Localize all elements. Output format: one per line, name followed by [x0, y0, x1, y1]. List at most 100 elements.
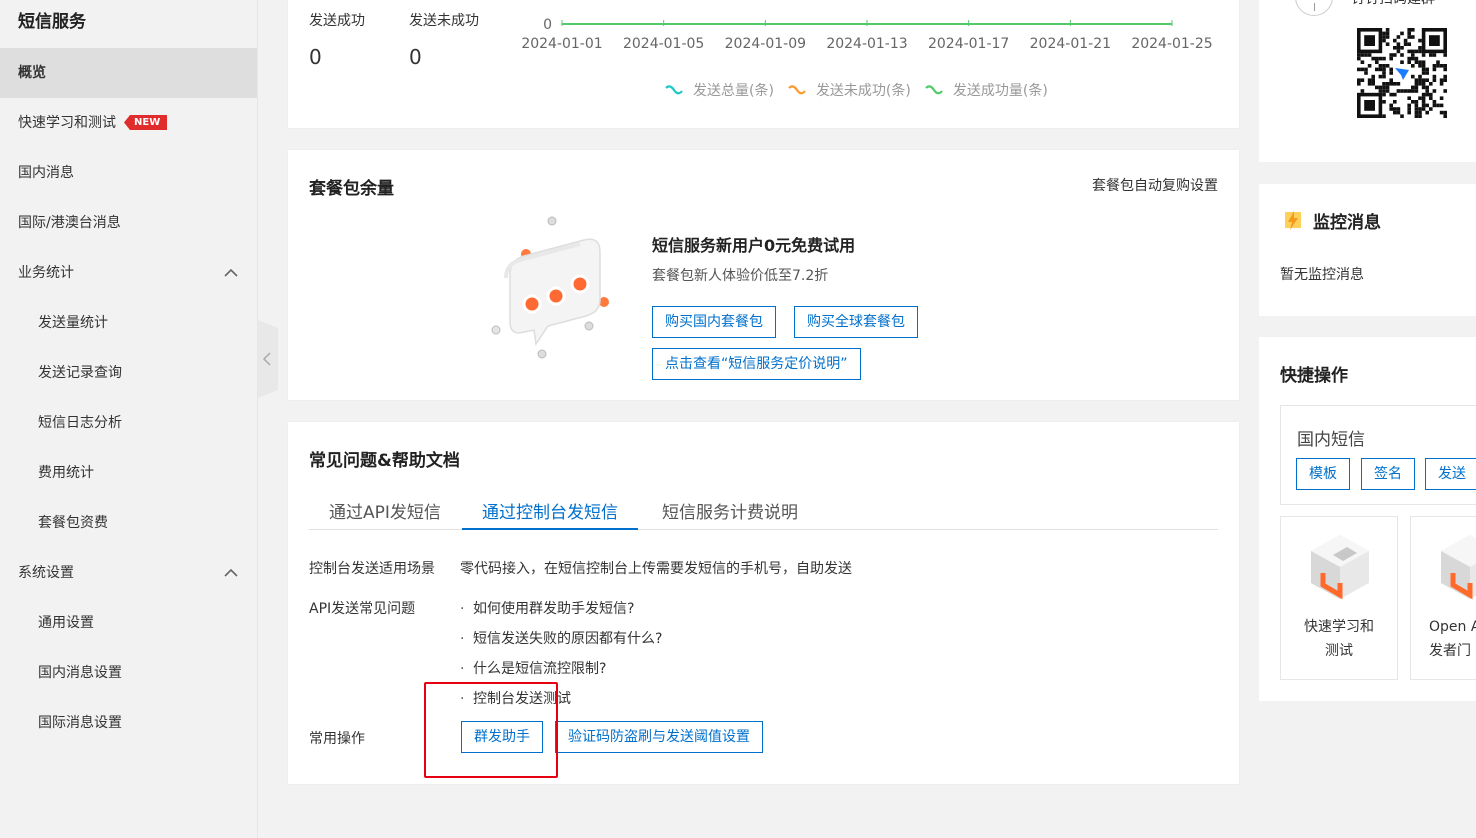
- sidebar-item-general-settings[interactable]: 通用设置: [0, 598, 257, 648]
- dingtalk-card: 钉钉扫码建群: [1259, 0, 1476, 162]
- wave-icon: [925, 85, 943, 95]
- open-api-tile[interactable]: Open A 发者门: [1410, 516, 1476, 680]
- x-tick-label: 2024-01-05: [623, 36, 704, 52]
- sidebar-item-overview[interactable]: 概览: [0, 48, 257, 98]
- legend-item[interactable]: 发送未成功(条): [788, 80, 911, 100]
- sidebar-group-business-stats[interactable]: 业务统计: [0, 248, 257, 298]
- mass-send-assistant-button[interactable]: 群发助手: [461, 721, 543, 753]
- sidebar-item-quick-learn[interactable]: 快速学习和测试 NEW: [0, 98, 257, 148]
- sidebar-item-label: 快速学习和测试: [18, 115, 116, 131]
- faq-link[interactable]: 如何使用群发助手发短信?: [460, 598, 634, 618]
- verify-code-protection-button[interactable]: 验证码防盗刷与发送阈值设置: [555, 721, 763, 753]
- sidebar-item-label: 发送记录查询: [38, 365, 122, 381]
- sidebar-collapse-toggle[interactable]: [258, 320, 278, 398]
- sidebar-item-cost-stats[interactable]: 费用统计: [0, 448, 257, 498]
- sidebar-item-label: 系统设置: [18, 565, 74, 581]
- buy-global-package-button[interactable]: 购买全球套餐包: [794, 306, 918, 338]
- tab-billing[interactable]: 短信服务计费说明: [642, 498, 818, 530]
- pricing-info-button[interactable]: 点击查看“短信服务定价说明”: [652, 348, 861, 380]
- sidebar-item-log-analysis[interactable]: 短信日志分析: [0, 398, 257, 448]
- x-tick-label: 2024-01-25: [1131, 36, 1212, 52]
- sidebar-item-label: 国内消息: [18, 165, 74, 181]
- legend-item[interactable]: 发送成功量(条): [925, 80, 1048, 100]
- sidebar-item-intl-settings[interactable]: 国际消息设置: [0, 698, 257, 748]
- sidebar-item-label: 费用统计: [38, 465, 94, 481]
- sidebar-item-label: 发送量统计: [38, 315, 108, 331]
- promo-title: 短信服务新用户0元免费试用: [652, 236, 856, 255]
- buy-domestic-package-button[interactable]: 购买国内套餐包: [652, 306, 776, 338]
- sidebar-item-send-records[interactable]: 发送记录查询: [0, 348, 257, 398]
- y-tick-label: 0: [543, 17, 552, 33]
- domestic-sms-title: 国内短信: [1297, 430, 1365, 450]
- fail-value: 0: [409, 45, 422, 69]
- promo-subtitle: 套餐包新人体验价低至7.2折: [652, 268, 829, 284]
- package-title: 套餐包余量: [309, 179, 394, 199]
- sidebar-item-label: 短信日志分析: [38, 415, 122, 431]
- wave-icon: [788, 85, 806, 95]
- faq-title: 常见问题&帮助文档: [309, 451, 460, 471]
- sidebar-item-label: 套餐包资费: [38, 515, 108, 531]
- legend-label: 发送成功量(条): [952, 83, 1048, 99]
- plus-icon[interactable]: [1295, 0, 1333, 16]
- wave-icon: [665, 85, 683, 95]
- chat-bubble-illustration: [491, 216, 609, 359]
- common-ops-label: 常用操作: [309, 731, 365, 747]
- x-tick-label: 2024-01-17: [928, 36, 1009, 52]
- quick-learn-tile[interactable]: 快速学习和 测试: [1280, 516, 1398, 680]
- faq-tabs: 通过API发短信 通过控制台发短信 短信服务计费说明: [309, 492, 1218, 530]
- fail-label: 发送未成功: [409, 13, 479, 29]
- sign-button[interactable]: 签名: [1361, 458, 1415, 490]
- package-card: 套餐包余量 套餐包自动复购设置 短信服务新用户0元免费试用 套餐包新人体验价低至…: [288, 150, 1239, 400]
- sidebar-group-system-settings[interactable]: 系统设置: [0, 548, 257, 598]
- sidebar-item-send-volume[interactable]: 发送量统计: [0, 298, 257, 348]
- chevron-up-icon: [224, 568, 238, 577]
- scene-text: 零代码接入，在短信控制台上传需要发短信的手机号，自助发送: [460, 561, 852, 577]
- tab-console[interactable]: 通过控制台发短信: [462, 498, 638, 530]
- send-stats-card: 发送成功 0 发送未成功 0 0 2024-01-01 2024-01-05 2024…: [288, 0, 1239, 128]
- monitor-card: 监控消息 暂无监控消息: [1259, 184, 1476, 316]
- faq-link[interactable]: 控制台发送测试: [460, 688, 571, 708]
- monitor-empty-text: 暂无监控消息: [1280, 267, 1364, 283]
- tab-api[interactable]: 通过API发短信: [309, 498, 461, 530]
- template-button[interactable]: 模板: [1296, 458, 1350, 490]
- sidebar-item-label: 国际消息设置: [38, 715, 122, 731]
- tile-label-line: 快速学习和: [1304, 619, 1374, 635]
- qr-code-icon: [1357, 28, 1447, 118]
- tile-label: Open A 发者门: [1411, 615, 1476, 663]
- success-value: 0: [309, 45, 322, 69]
- quick-actions-title: 快捷操作: [1280, 366, 1348, 386]
- sidebar-item-international[interactable]: 国际/港澳台消息: [0, 198, 257, 248]
- sidebar-item-domestic[interactable]: 国内消息: [0, 148, 257, 198]
- sidebar-item-label: 国际/港澳台消息: [18, 215, 121, 231]
- tile-label-line: 发者门: [1429, 643, 1471, 659]
- monitor-title: 监控消息: [1313, 213, 1381, 233]
- tile-label-line: Open A: [1429, 619, 1476, 635]
- sidebar-item-label: 国内消息设置: [38, 665, 122, 681]
- api-faq-label: API发送常见问题: [309, 601, 416, 617]
- legend-item[interactable]: 发送总量(条): [665, 80, 774, 100]
- legend-label: 发送未成功(条): [815, 83, 911, 99]
- lightning-icon: [1285, 211, 1301, 230]
- chart-legend: 发送总量(条) 发送未成功(条) 发送成功量(条): [665, 80, 1048, 100]
- faq-link[interactable]: 短信发送失败的原因都有什么?: [460, 628, 662, 648]
- x-tick-label: 2024-01-01: [521, 36, 602, 52]
- scene-label: 控制台发送适用场景: [309, 561, 435, 577]
- sidebar-item-package-fees[interactable]: 套餐包资费: [0, 498, 257, 548]
- sidebar-item-label: 业务统计: [18, 265, 74, 281]
- sidebar-title: 短信服务: [18, 12, 86, 32]
- dingtalk-text: 钉钉扫码建群: [1351, 0, 1435, 8]
- sidebar-item-label: 通用设置: [38, 615, 94, 631]
- tile-label: 快速学习和 测试: [1281, 615, 1397, 663]
- send-button[interactable]: 发送: [1425, 458, 1476, 490]
- tile-label-line: 测试: [1325, 643, 1353, 659]
- faq-link[interactable]: 什么是短信流控限制?: [460, 658, 606, 678]
- sidebar-item-domestic-settings[interactable]: 国内消息设置: [0, 648, 257, 698]
- quick-actions-card: 快捷操作 国内短信 模板 签名 发送 快速学习和测试 Open A 发者门: [1259, 337, 1476, 701]
- faq-card: 常见问题&帮助文档 通过API发短信 通过控制台发短信 短信服务计费说明 控制台…: [288, 422, 1239, 784]
- auto-repurchase-link[interactable]: 套餐包自动复购设置: [1092, 175, 1218, 195]
- cube-icon: [1441, 535, 1476, 600]
- chevron-up-icon: [224, 268, 238, 277]
- domestic-sms-box: 国内短信 模板 签名 发送: [1280, 405, 1476, 505]
- sidebar-item-label: 概览: [18, 65, 46, 81]
- x-tick-label: 2024-01-13: [826, 36, 907, 52]
